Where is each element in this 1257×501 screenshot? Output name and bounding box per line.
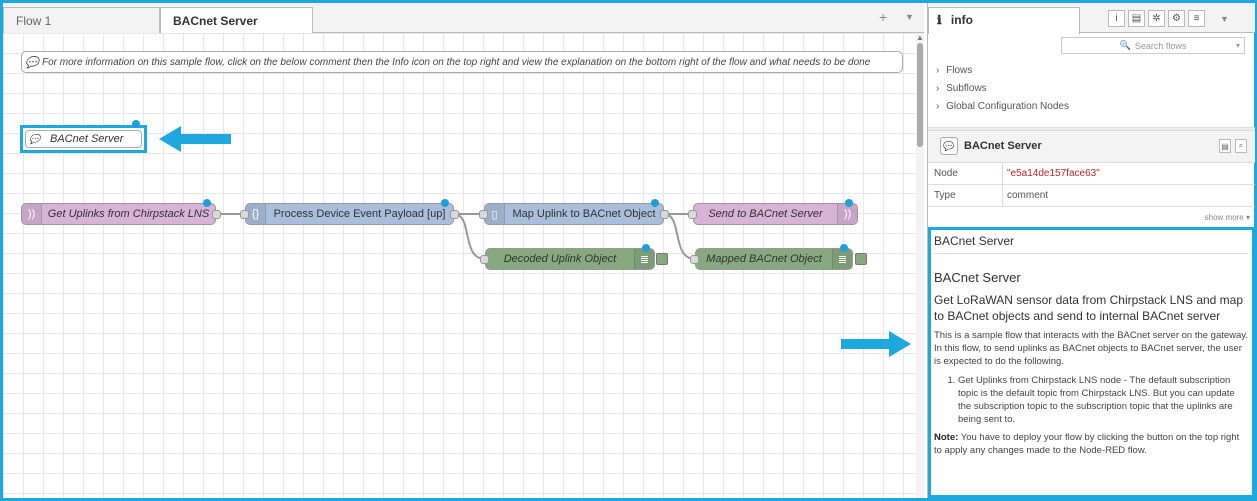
tree-item-subflows[interactable]: › Subflows <box>936 83 987 94</box>
tree-label: Flows <box>946 65 973 76</box>
tab-info-label: info <box>950 13 973 27</box>
input-port[interactable] <box>479 210 488 219</box>
node-label: Get Uplinks from Chirpstack LNS <box>47 208 210 220</box>
tree-label: Global Configuration Nodes <box>946 101 1069 112</box>
prop-row-type: Type comment <box>928 185 1255 207</box>
node-label: Send to BACnet Server <box>708 208 823 220</box>
node-get-uplinks[interactable]: )) Get Uplinks from Chirpstack LNS <box>21 199 221 225</box>
debug-toggle-button[interactable] <box>656 253 668 265</box>
input-port[interactable] <box>688 210 697 219</box>
help-steps: Get Uplinks from Chirpstack LNS node - T… <box>934 374 1249 426</box>
node-label: Process Device Event Payload [up] <box>273 208 446 220</box>
flow-canvas[interactable]: 💬 For more information on this sample fl… <box>3 33 916 498</box>
search-icon: 🔍 <box>1119 40 1131 50</box>
caret-down-icon[interactable]: ▼ <box>905 12 914 22</box>
chevron-down-icon[interactable]: ▾ <box>1236 41 1240 50</box>
book-icon[interactable]: ▤ <box>1128 10 1145 27</box>
tree-item-global-config[interactable]: › Global Configuration Nodes <box>936 101 1069 112</box>
prop-value[interactable]: "e5a14de157face63" <box>1007 168 1100 179</box>
changed-indicator <box>132 120 140 128</box>
workspace-tabs: Flow 1 BACnet Server + ▼ <box>3 3 924 34</box>
changed-indicator <box>441 199 449 207</box>
debug-icon: ≣ <box>832 249 852 269</box>
comment-icon: 💬 <box>940 137 958 155</box>
output-port[interactable] <box>212 210 221 219</box>
info-comment-node[interactable]: 💬 For more information on this sample fl… <box>21 51 903 73</box>
caret-down-icon[interactable]: ▼ <box>1220 14 1229 24</box>
output-port[interactable] <box>660 210 669 219</box>
debug-icon: ≣ <box>634 249 654 269</box>
node-label: Mapped BACnet Object <box>706 253 822 265</box>
prop-row-node: Node "e5a14de157face63" <box>928 163 1255 185</box>
search-icon[interactable]: ⌕ <box>1235 139 1247 153</box>
node-info-header: 💬 BACnet Server ▤ ⌕ <box>928 131 1255 163</box>
bug-icon[interactable]: ✲ <box>1148 10 1165 27</box>
input-port[interactable] <box>240 210 249 219</box>
node-label: Decoded Uplink Object <box>503 253 617 265</box>
arrow-left-icon <box>159 126 231 152</box>
help-step: Get Uplinks from Chirpstack LNS node - T… <box>958 374 1249 426</box>
help-title: BACnet Server <box>934 234 1249 254</box>
arrow-right-icon <box>841 331 911 357</box>
workspace: Flow 1 BACnet Server + ▼ 💬 For more info… <box>3 3 924 498</box>
bacnet-comment-node[interactable]: 💬 BACnet Server <box>25 130 142 148</box>
comment-icon: 💬 <box>25 56 39 69</box>
changed-indicator <box>642 244 650 252</box>
tree-item-flows[interactable]: › Flows <box>936 65 972 76</box>
node-label: Map Uplink to BACnet Object <box>512 208 656 220</box>
bacnet-comment-label: BACnet Server <box>50 133 124 145</box>
plus-icon[interactable]: + <box>879 9 887 25</box>
comment-icon: 💬 <box>29 133 41 144</box>
tab-info[interactable]: ℹ info <box>928 7 1080 34</box>
input-port[interactable] <box>480 255 489 264</box>
canvas-scrollbar[interactable]: ▲ <box>916 33 924 498</box>
scrollbar-thumb[interactable] <box>917 43 923 147</box>
search-placeholder: Search flows <box>1134 40 1187 51</box>
note-label: Note: <box>934 432 959 443</box>
tree-label: Subflows <box>946 83 987 94</box>
scroll-up-icon[interactable]: ▲ <box>916 33 924 42</box>
file-icon: ▯ <box>485 204 505 224</box>
tab-bacnet-server[interactable]: BACnet Server <box>160 7 313 34</box>
bacnet-comment-highlight: 💬 BACnet Server <box>20 120 147 153</box>
info-icon[interactable]: i <box>1108 10 1125 27</box>
help-note: Note: You have to deploy your flow by cl… <box>934 431 1249 457</box>
changed-indicator <box>840 244 848 252</box>
changed-indicator <box>651 199 659 207</box>
node-map-uplink[interactable]: ▯ Map Uplink to BACnet Object <box>479 199 669 225</box>
prop-value: comment <box>1007 190 1049 201</box>
node-send-bacnet[interactable]: Send to BACnet Server )) <box>688 199 858 225</box>
changed-indicator <box>845 199 853 207</box>
help-intro: This is a sample flow that interacts wit… <box>934 330 1248 367</box>
node-process-payload[interactable]: {} Process Device Event Payload [up] <box>240 199 459 225</box>
info-comment-label: For more information on this sample flow… <box>42 56 871 68</box>
gear-icon[interactable]: ⚙ <box>1168 10 1185 27</box>
input-port[interactable] <box>690 255 699 264</box>
node-info-title: BACnet Server <box>964 140 1042 152</box>
debug-toggle-button[interactable] <box>855 253 867 265</box>
help-heading: BACnet Server <box>934 270 1021 285</box>
node-decoded-uplink[interactable]: Decoded Uplink Object ≣ <box>480 244 655 270</box>
output-port[interactable] <box>450 210 459 219</box>
info-icon: ℹ <box>937 13 942 27</box>
search-input[interactable]: 🔍 Search flows ▾ <box>1061 37 1245 54</box>
help-subheading: Get LoRaWAN sensor data from Chirpstack … <box>934 293 1244 323</box>
prop-key: Node <box>934 168 958 179</box>
show-more-link[interactable]: show more ▾ <box>1205 213 1250 222</box>
help-panel: BACnet Server BACnet Server Get LoRaWAN … <box>928 227 1255 498</box>
book-icon[interactable]: ▤ <box>1219 139 1231 153</box>
function-icon: {} <box>246 204 266 224</box>
sidebar-tabs: ℹ info i ▤ ✲ ⚙ ≡ ▼ <box>928 3 1255 34</box>
changed-indicator <box>203 199 211 207</box>
note-text: You have to deploy your flow by clicking… <box>934 432 1240 456</box>
tab-flow-1[interactable]: Flow 1 <box>3 7 160 33</box>
mqtt-icon: )) <box>837 204 857 224</box>
prop-key: Type <box>934 190 956 201</box>
mqtt-icon: )) <box>22 204 42 224</box>
sidebar: ℹ info i ▤ ✲ ⚙ ≡ ▼ 🔍 Search flows ▾ › Fl… <box>927 3 1255 498</box>
database-icon[interactable]: ≡ <box>1188 10 1205 27</box>
node-mapped-bacnet[interactable]: Mapped BACnet Object ≣ <box>690 244 853 270</box>
